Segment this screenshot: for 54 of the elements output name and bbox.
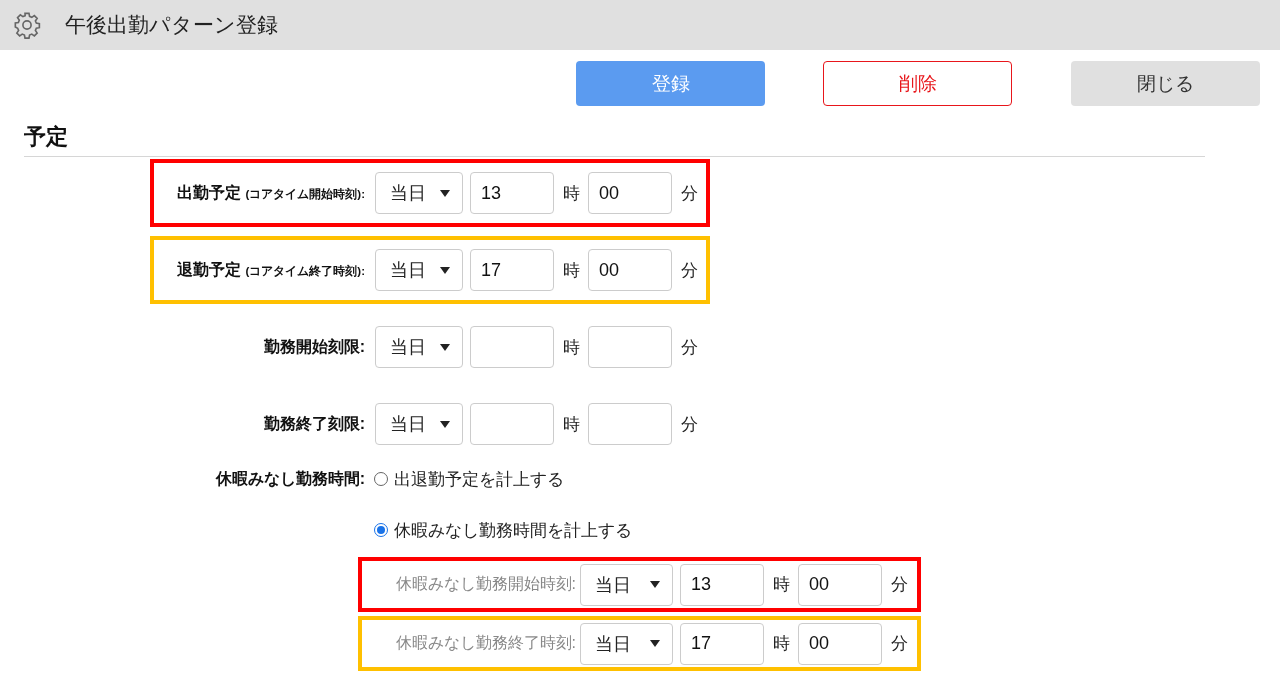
day-select[interactable]: 当日: [375, 172, 463, 214]
minute-field[interactable]: 00: [588, 249, 672, 291]
radio-button[interactable]: [374, 472, 388, 486]
field-note: (コアタイム開始時刻):: [245, 186, 365, 202]
caret-icon: [440, 266, 450, 274]
radio-option[interactable]: 休暇みなし勤務時間を計上する: [374, 518, 632, 542]
hour-field[interactable]: 17: [470, 249, 554, 291]
window-title: 午後出勤パターン登録: [65, 12, 278, 38]
hour-field[interactable]: 13: [680, 563, 764, 606]
minute-unit: 分: [891, 574, 908, 596]
field-label: 休暇みなし勤務開始時刻:: [394, 574, 577, 594]
minute-unit: 分: [681, 413, 698, 436]
minute-field[interactable]: 00: [798, 622, 882, 665]
caret-icon: [440, 343, 450, 351]
day-select[interactable]: 当日: [375, 403, 463, 445]
field-label: 休暇みなし勤務終了時刻:: [394, 633, 577, 653]
hour-field[interactable]: [470, 403, 554, 445]
minute-field[interactable]: [588, 326, 672, 368]
minute-field[interactable]: 00: [798, 563, 882, 606]
hour-unit: 時: [773, 574, 790, 596]
caret-icon: [440, 189, 450, 197]
hour-unit: 時: [773, 633, 790, 655]
hour-field[interactable]: [470, 326, 554, 368]
day-select[interactable]: 当日: [580, 622, 673, 665]
day-select[interactable]: 当日: [375, 249, 463, 291]
hour-unit: 時: [563, 259, 580, 282]
caret-icon: [650, 640, 660, 647]
caret-icon: [440, 420, 450, 428]
hour-unit: 時: [563, 182, 580, 205]
minute-field[interactable]: [588, 403, 672, 445]
caret-icon: [650, 581, 660, 588]
field-label: 出勤予定: [176, 182, 241, 203]
delete-button[interactable]: 削除: [823, 61, 1012, 106]
close-button[interactable]: 閉じる: [1071, 61, 1260, 106]
hour-field[interactable]: 17: [680, 622, 764, 665]
hour-unit: 時: [563, 413, 580, 436]
field-note: (コアタイム終了時刻):: [245, 263, 365, 279]
minute-unit: 分: [681, 182, 698, 205]
hour-field[interactable]: 13: [470, 172, 554, 214]
settings-icon[interactable]: [13, 11, 41, 39]
section-heading: 予定: [24, 124, 68, 149]
day-select[interactable]: 当日: [580, 563, 673, 606]
field-label: 休暇みなし勤務時間:: [215, 468, 365, 490]
day-select[interactable]: 当日: [375, 326, 463, 368]
minute-unit: 分: [681, 336, 698, 359]
radio-button[interactable]: [374, 523, 388, 537]
minute-field[interactable]: 00: [588, 172, 672, 214]
hour-unit: 時: [563, 336, 580, 359]
field-label: 勤務終了刻限:: [263, 413, 365, 434]
field-label: 退勤予定: [176, 259, 241, 280]
minute-unit: 分: [891, 633, 908, 655]
radio-option[interactable]: 出退勤予定を計上する: [374, 467, 564, 491]
minute-unit: 分: [681, 259, 698, 282]
field-label: 勤務開始刻限:: [263, 336, 365, 357]
